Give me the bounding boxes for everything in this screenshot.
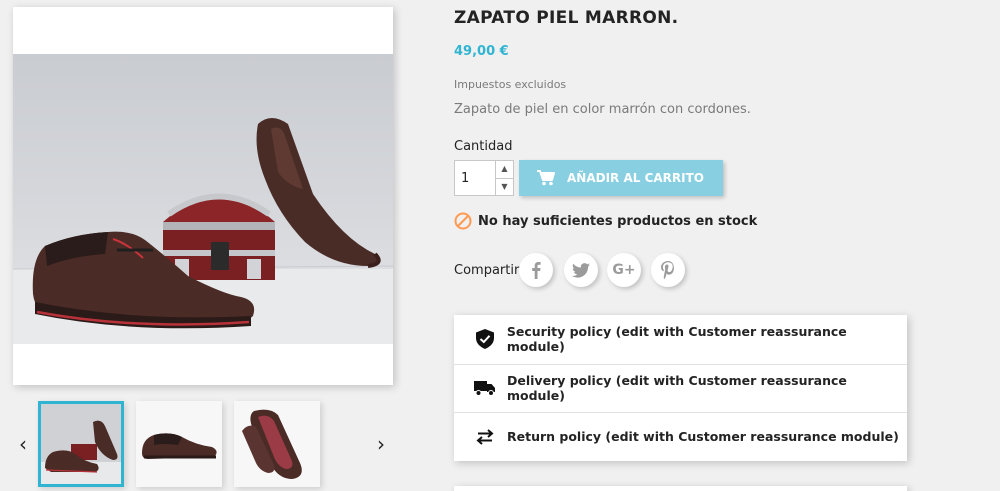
facebook-icon[interactable] — [519, 253, 553, 287]
thumbnail-1[interactable] — [38, 401, 124, 487]
google-plus-glyph: G+ — [612, 262, 636, 278]
thumbnail-next-arrow-icon[interactable]: › — [371, 432, 391, 456]
product-title: ZAPATO PIEL MARRON. — [454, 8, 679, 28]
quantity-increase-icon[interactable]: ▲ — [496, 161, 513, 178]
product-tabs-panel — [454, 486, 907, 491]
quantity-input[interactable] — [455, 161, 495, 195]
google-plus-icon[interactable]: G+ — [607, 253, 641, 287]
share-label: Compartir — [454, 263, 520, 278]
thumbnail-2-image — [136, 401, 222, 487]
reassurance-return-text: Return policy (edit with Customer reassu… — [507, 429, 899, 445]
product-description: Zapato de piel en color marrón con cordo… — [454, 102, 751, 117]
thumbnail-prev-arrow-icon[interactable]: ‹ — [13, 432, 33, 456]
product-cover-image[interactable] — [13, 54, 393, 344]
thumbnail-3[interactable] — [234, 401, 320, 487]
reassurance-item-return: Return policy (edit with Customer reassu… — [454, 412, 907, 461]
reassurance-security-text: Security policy (edit with Customer reas… — [506, 324, 847, 355]
ban-icon — [454, 212, 472, 230]
twitter-icon[interactable] — [564, 253, 598, 287]
thumbnail-2[interactable] — [136, 401, 222, 487]
truck-icon — [474, 380, 496, 397]
thumbnail-1-image — [41, 404, 121, 484]
quantity-decrease-icon[interactable]: ▼ — [496, 177, 513, 196]
reassurance-item-security: Security policy (edit with Customer reas… — [454, 315, 907, 364]
swap-arrows-icon — [474, 429, 496, 445]
thumbnail-3-image — [234, 401, 320, 487]
quantity-label: Cantidad — [454, 139, 513, 154]
reassurance-block: Security policy (edit with Customer reas… — [454, 315, 907, 461]
stock-message: No hay suficientes productos en stock — [478, 213, 758, 229]
stock-warning: No hay suficientes productos en stock — [454, 212, 757, 230]
product-price: 49,00 € — [454, 44, 509, 59]
quantity-spin-buttons: ▲ ▼ — [495, 161, 513, 195]
shield-check-icon — [474, 329, 496, 350]
add-to-cart-label: AÑADIR AL CARRITO — [567, 171, 704, 185]
tax-note: Impuestos excluidos — [454, 78, 567, 91]
pinterest-icon[interactable] — [651, 253, 685, 287]
shopping-cart-icon — [537, 170, 555, 186]
product-cover[interactable] — [13, 7, 393, 385]
reassurance-item-delivery: Delivery policy (edit with Customer reas… — [454, 363, 907, 413]
reassurance-delivery-text: Delivery policy (edit with Customer reas… — [507, 373, 847, 404]
quantity-stepper: ▲ ▼ — [454, 160, 514, 196]
add-to-cart-button[interactable]: AÑADIR AL CARRITO — [519, 160, 723, 196]
